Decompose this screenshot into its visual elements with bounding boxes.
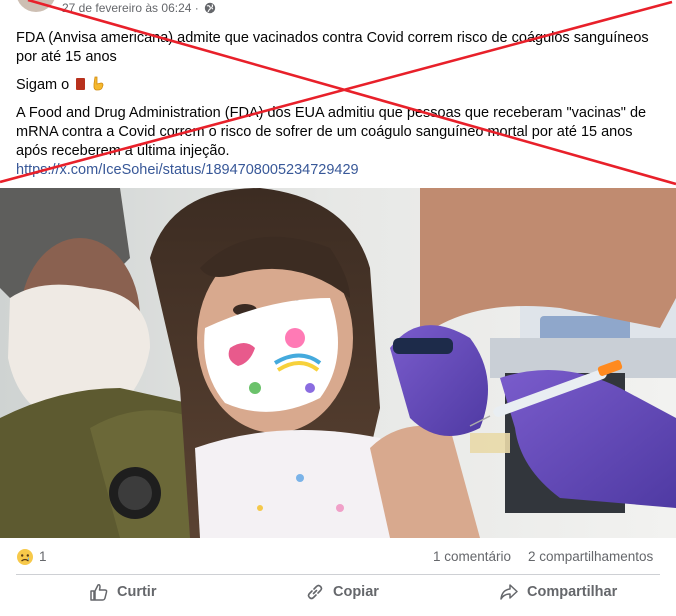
post-header: 27 de fevereiro às 06:24 · [16,0,656,15]
sad-reaction-icon[interactable] [16,548,34,566]
facebook-post: 27 de fevereiro às 06:24 · FDA (Anvisa a… [0,0,676,616]
copy-button[interactable]: Copiar [305,582,379,602]
share-label: Compartilhar [527,584,618,600]
share-count[interactable]: 2 compartilhamentos [528,549,653,564]
post-photo[interactable] [0,188,676,538]
book-emoji-icon [76,78,86,90]
share-icon [500,584,518,600]
post-link[interactable]: https://x.com/IceSohei/status/1894708005… [16,162,359,178]
follow-line: Sigam o [16,76,664,95]
share-button[interactable]: Compartilhar [499,582,617,602]
avatar[interactable] [16,0,56,12]
comment-count[interactable]: 1 comentário [433,549,511,564]
pointing-down-emoji-icon [93,76,104,91]
divider [16,574,660,575]
copy-label: Copiar [333,584,379,600]
post-stats: 1 1 comentário 2 compartilhamentos [0,540,676,574]
post-meta: 27 de fevereiro às 06:24 · [62,1,216,15]
post-headline: FDA (Anvisa americana) admite que vacina… [16,30,649,65]
timestamp[interactable]: 27 de fevereiro às 06:24 · [62,1,199,15]
link-icon [307,584,323,600]
post-body: A Food and Drug Administration (FDA) dos… [16,104,664,180]
post-actions: Curtir Copiar Compartilhar [0,576,676,612]
like-icon [90,584,108,601]
post-text: FDA (Anvisa americana) admite que vacina… [16,29,664,180]
like-label: Curtir [117,584,157,600]
post-body-text: A Food and Drug Administration (FDA) dos… [16,105,647,159]
like-button[interactable]: Curtir [89,582,156,602]
globe-icon [204,2,216,14]
follow-text: Sigam o [16,77,70,93]
reaction-count[interactable]: 1 [39,549,47,564]
